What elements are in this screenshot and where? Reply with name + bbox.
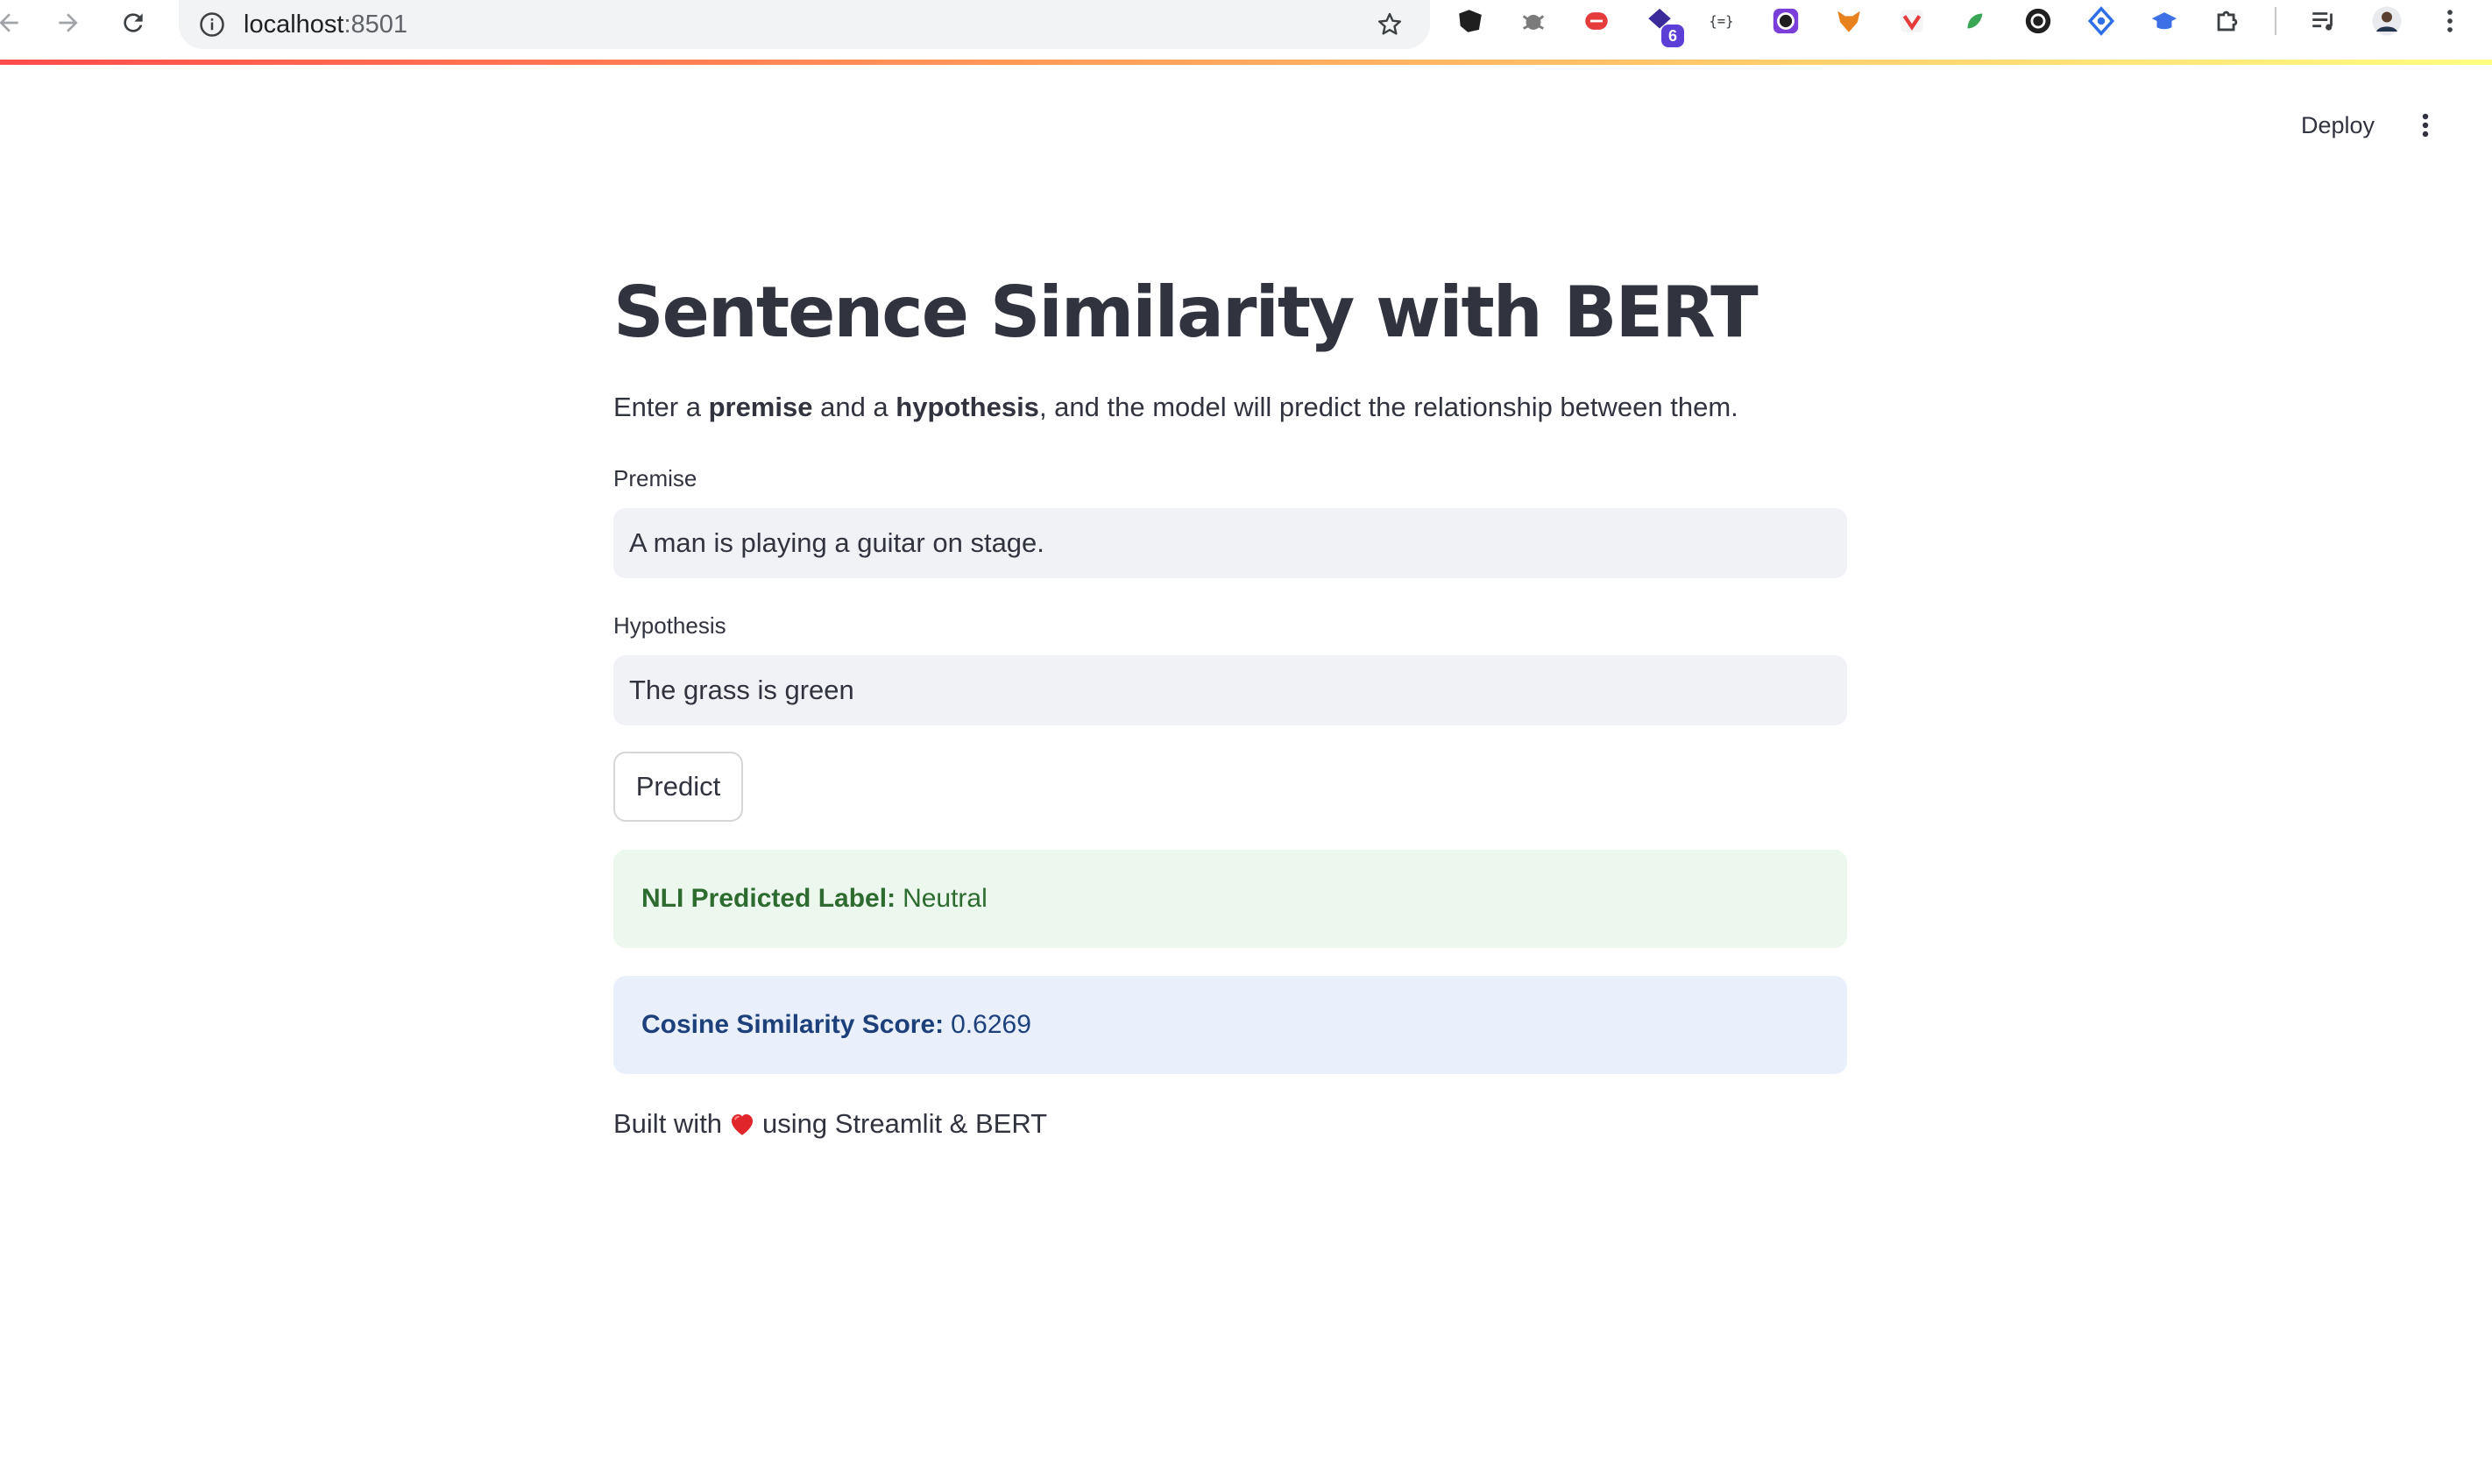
cosine-result-value: 0.6269: [951, 1010, 1031, 1039]
extension-check-icon[interactable]: [1896, 5, 1928, 37]
predict-button[interactable]: Predict: [613, 752, 743, 822]
extension-red-icon[interactable]: [1581, 5, 1612, 37]
profile-avatar-icon[interactable]: [2371, 5, 2403, 37]
extension-leaf-icon[interactable]: [1959, 5, 1991, 37]
premise-input[interactable]: [613, 508, 1847, 578]
intro-part: Enter a: [613, 392, 709, 422]
extension-diamond-icon[interactable]: [2085, 5, 2117, 37]
url-text[interactable]: localhost:8501: [244, 5, 407, 44]
intro-bold-premise: premise: [708, 392, 813, 422]
url-port: :8501: [343, 11, 408, 39]
arrow-right-icon: [59, 13, 78, 32]
info-icon[interactable]: [195, 7, 230, 42]
cosine-result-alert: Cosine Similarity Score: 0.6269: [613, 976, 1847, 1074]
footer-after: using Streamlit & BERT: [762, 1108, 1048, 1139]
extension-badge: 6: [1661, 25, 1684, 47]
extension-dark-icon[interactable]: [1455, 5, 1486, 37]
extensions-puzzle-icon[interactable]: [2212, 5, 2243, 37]
footer-text: Built with using Streamlit & BERT: [613, 1102, 1047, 1146]
extension-circle-icon[interactable]: [1770, 5, 1802, 37]
nli-result-alert: NLI Predicted Label: Neutral: [613, 850, 1847, 948]
extension-json-icon[interactable]: {=}: [1707, 5, 1738, 37]
intro-part: , and the model will predict the relatio…: [1038, 392, 1738, 422]
extension-wheel-icon[interactable]: [2022, 5, 2054, 37]
extensions-toolbar: 6 {=}: [1455, 0, 2492, 47]
premise-label: Premise: [613, 465, 697, 491]
app-menu-button[interactable]: [2408, 103, 2443, 147]
hypothesis-label: Hypothesis: [613, 612, 726, 639]
hypothesis-input[interactable]: [613, 655, 1847, 725]
extension-cap-icon[interactable]: [2149, 5, 2180, 37]
svg-text:{=}: {=}: [1709, 14, 1733, 30]
bookmark-star-icon[interactable]: [1370, 5, 1409, 44]
more-vertical-icon: [2422, 113, 2429, 138]
cosine-result-key: Cosine Similarity Score:: [641, 1010, 945, 1039]
toolbar-divider: [2275, 7, 2276, 35]
extension-fox-icon[interactable]: [1833, 5, 1865, 37]
deploy-button[interactable]: Deploy: [2287, 103, 2389, 147]
nli-result-value: Neutral: [903, 884, 988, 913]
browser-menu-icon[interactable]: [2434, 5, 2466, 37]
back-button[interactable]: [0, 4, 28, 42]
reload-icon: [124, 13, 143, 32]
intro-bold-hypothesis: hypothesis: [896, 392, 1039, 422]
extension-purple-icon[interactable]: 6: [1644, 5, 1684, 47]
browser-toolbar: localhost:8501 6 {=}: [0, 0, 2492, 60]
intro-part: and a: [812, 392, 896, 422]
address-bar[interactable]: localhost:8501: [179, 0, 1430, 49]
intro-text: Enter a premise and a hypothesis, and th…: [613, 385, 1738, 429]
url-host: localhost: [244, 11, 344, 39]
arrow-left-icon: [0, 13, 18, 32]
forward-button[interactable]: [49, 4, 88, 42]
heart-icon: [732, 1113, 754, 1135]
footer-before: Built with: [613, 1108, 723, 1139]
extension-bug-icon[interactable]: [1518, 5, 1549, 37]
reading-list-icon[interactable]: [2308, 5, 2340, 37]
nli-result-key: NLI Predicted Label:: [641, 884, 896, 913]
reload-button[interactable]: [114, 4, 152, 42]
page-title: Sentence Similarity with BERT: [613, 272, 1759, 353]
streamlit-decoration-bar: [0, 60, 2492, 65]
